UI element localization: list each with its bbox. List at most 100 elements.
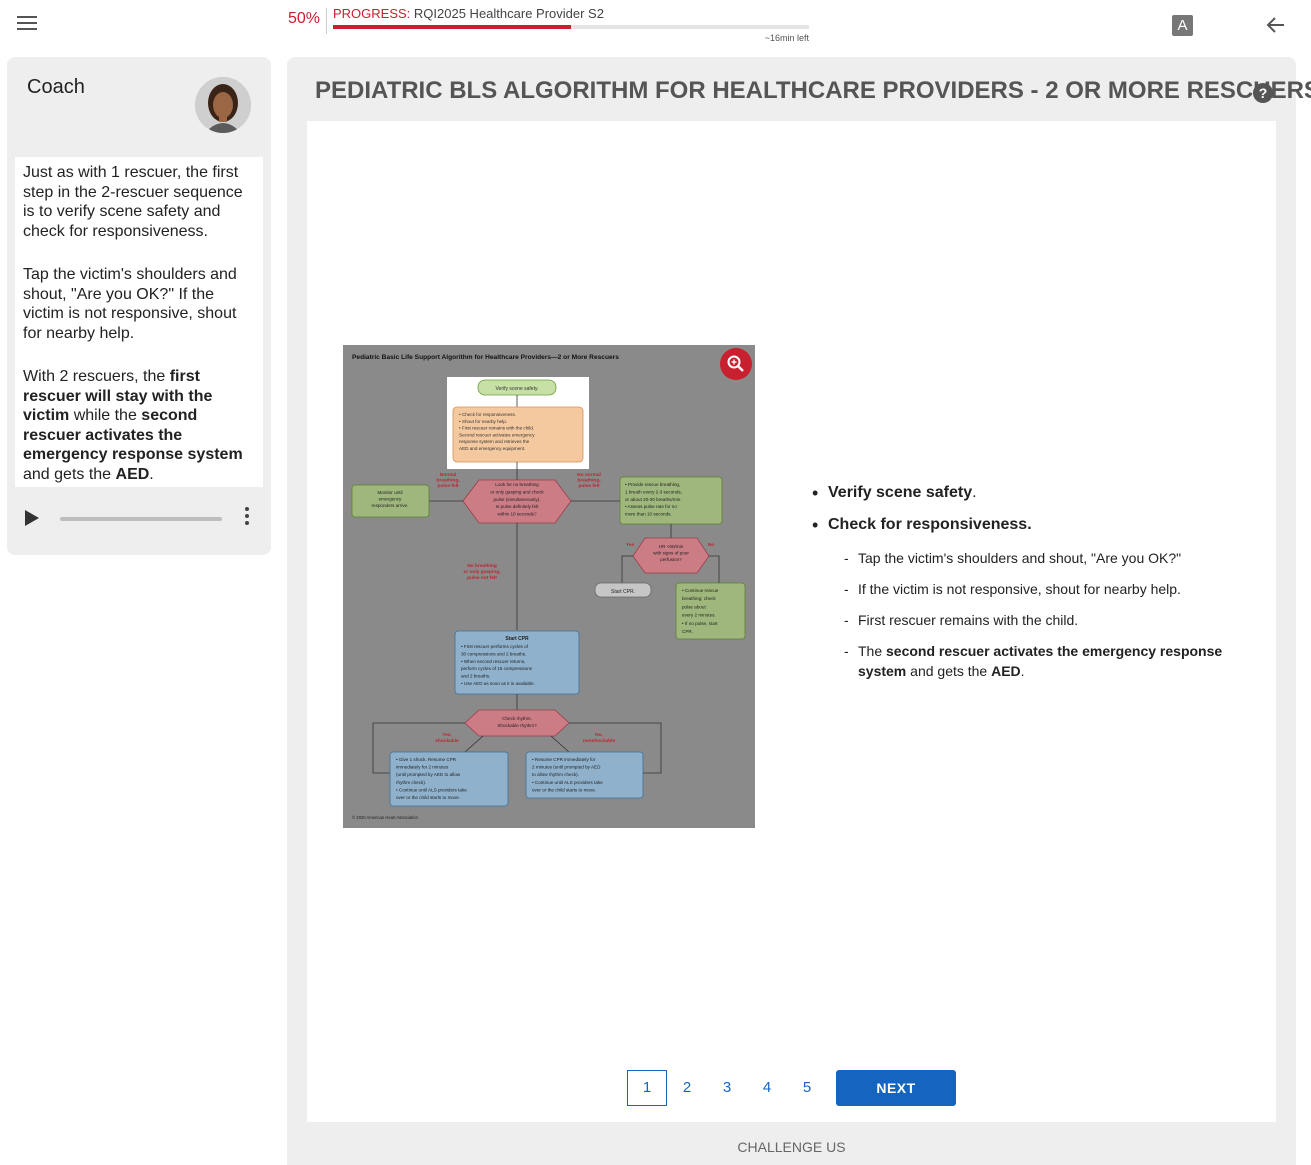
continue-breathing-text: pulse about bbox=[682, 604, 706, 609]
coach-text-span: With 2 rescuers, the bbox=[23, 368, 170, 385]
coach-text-span: . bbox=[149, 465, 154, 483]
no-normal-breathing-label: breathing, bbox=[577, 478, 601, 484]
no-nonshockable-label: nonshockable bbox=[583, 738, 616, 744]
resume-cpr-text: 2 minutes (until prompted by AED bbox=[532, 765, 601, 770]
normal-breathing-label: Normal bbox=[440, 472, 457, 478]
check-responsiveness-text: • Check for responsiveness. bbox=[459, 412, 516, 417]
start-cpr-text: 30 compressions and 2 breaths. bbox=[461, 651, 526, 656]
progress-label-key: PROGRESS: bbox=[333, 6, 411, 21]
continue-breathing-text: • Continue rescue bbox=[682, 588, 719, 593]
provide-rescue-breathing-text: more than 10 seconds. bbox=[625, 512, 672, 517]
more-vertical-icon[interactable] bbox=[243, 507, 251, 529]
sub-bullet: Tap the victim's shoulders and shout, "A… bbox=[844, 548, 1252, 568]
coach-paragraph-2: Tap the victim's shoulders and shout, "A… bbox=[23, 266, 237, 342]
continue-breathing-text: CPR. bbox=[682, 629, 693, 634]
arrow-left-icon[interactable] bbox=[1263, 12, 1289, 38]
font-size-button[interactable]: A bbox=[1172, 15, 1193, 36]
start-cpr-text: and 2 breaths. bbox=[461, 674, 490, 679]
page-button-1[interactable]: 1 bbox=[627, 1070, 667, 1106]
coach-emphasis: AED bbox=[115, 465, 150, 483]
check-responsiveness-text: Second rescuer activates emergency bbox=[459, 432, 535, 437]
check-responsiveness-text: • First rescuer remains with the child. bbox=[459, 426, 534, 431]
check-responsiveness-text: AED and emergency equipment. bbox=[459, 446, 525, 451]
bullet-bold: Verify scene safety bbox=[828, 484, 973, 501]
look-for-breathing-text: Is pulse definitely felt bbox=[496, 504, 539, 509]
page-button-3[interactable]: 3 bbox=[707, 1070, 747, 1106]
give-shock-text: (until prompted by AED to allow bbox=[396, 772, 461, 777]
bullet-check-responsiveness: Check for responsiveness. bbox=[812, 515, 1252, 536]
continue-breathing-text: breathing; check bbox=[682, 596, 716, 601]
coach-title: Coach bbox=[27, 76, 85, 98]
audio-player bbox=[15, 503, 263, 533]
coach-text-span: and gets the bbox=[23, 465, 116, 483]
challenge-us-link[interactable]: CHALLENGE US bbox=[287, 1139, 1296, 1155]
resume-cpr-text: • Resume CPR immediately for bbox=[532, 757, 596, 762]
coach-text-span: while the bbox=[69, 407, 142, 424]
resume-cpr-text: • Continue until ALS providers take bbox=[532, 780, 603, 785]
no-breathing-label: No breathing bbox=[467, 563, 497, 569]
coach-avatar bbox=[195, 77, 251, 133]
hr-yes-label: Yes bbox=[626, 542, 635, 548]
hr-check-text: perfusion? bbox=[660, 557, 682, 562]
bullet-bold: Check for responsiveness. bbox=[828, 516, 1032, 533]
provide-rescue-breathing-text: or about 20-30 breaths/min. bbox=[625, 497, 681, 502]
check-rhythm-text: Shockable rhythm? bbox=[497, 723, 537, 728]
audio-seek-bar[interactable] bbox=[60, 517, 222, 521]
sub-bullet: First rescuer remains with the child. bbox=[844, 610, 1252, 630]
no-breathing-label: pulse not felt bbox=[467, 575, 497, 581]
sub-bullet-text: The bbox=[858, 643, 887, 659]
look-for-breathing-text: pulse (simultaneously). bbox=[494, 497, 541, 502]
top-bar: 50% PROGRESS: RQI2025 Healthcare Provide… bbox=[0, 0, 1311, 52]
start-cpr-text: perform cycles of 15 compressions bbox=[461, 666, 533, 671]
progress-bar-fill bbox=[333, 25, 571, 29]
monitor-text: Monitor until bbox=[377, 490, 402, 495]
zoom-in-icon[interactable] bbox=[720, 348, 752, 380]
check-responsiveness-text: • Shout for nearby help. bbox=[459, 419, 507, 424]
progress-bar bbox=[333, 25, 809, 29]
sub-bullet-text: . bbox=[1020, 663, 1025, 679]
give-shock-text: immediately for 2 minutes bbox=[396, 765, 449, 770]
monitor-text: responders arrive. bbox=[371, 503, 408, 508]
coach-transcript: Just as with 1 rescuer, the first step i… bbox=[15, 157, 263, 487]
no-normal-breathing-label: No normal bbox=[577, 472, 601, 478]
normal-breathing-label: breathing, bbox=[436, 478, 460, 484]
lesson-content: Pediatric Basic Life Support Algorithm f… bbox=[307, 121, 1276, 1122]
check-responsiveness-text: response system and retrieves the bbox=[459, 439, 530, 444]
provide-rescue-breathing-text: • Assess pulse rate for no bbox=[625, 504, 677, 509]
start-cpr-text: • First rescuer performs cycles of bbox=[461, 644, 529, 649]
hamburger-menu-icon[interactable] bbox=[17, 16, 37, 32]
bullet-text: . bbox=[972, 484, 977, 501]
no-nonshockable-label: No, bbox=[595, 732, 603, 738]
next-button[interactable]: NEXT bbox=[836, 1070, 956, 1106]
sub-bullet-text: and gets the bbox=[906, 663, 992, 679]
no-normal-breathing-label: pulse felt bbox=[578, 483, 599, 489]
sub-bullet: The second rescuer activates the emergen… bbox=[844, 641, 1252, 681]
page-button-5[interactable]: 5 bbox=[787, 1070, 827, 1106]
progress-label: PROGRESS: RQI2025 Healthcare Provider S2 bbox=[333, 6, 604, 21]
resume-cpr-text: to allow rhythm check). bbox=[532, 772, 579, 777]
coach-paragraph-1: Just as with 1 rescuer, the first step i… bbox=[23, 164, 243, 240]
start-cpr-text: • Use AED as soon as it is available. bbox=[461, 681, 535, 686]
sub-bullet: If the victim is not responsive, shout f… bbox=[844, 579, 1252, 599]
algorithm-header: Pediatric Basic Life Support Algorithm f… bbox=[352, 354, 619, 361]
algorithm-image[interactable]: Pediatric Basic Life Support Algorithm f… bbox=[343, 345, 755, 828]
provide-rescue-breathing-text: • Provide rescue breathing, bbox=[625, 482, 680, 487]
look-for-breathing-text: or only gasping and check bbox=[490, 489, 544, 494]
hr-check-text: HR <60/min bbox=[659, 544, 684, 549]
verify-scene-text: Verify scene safety. bbox=[496, 386, 539, 392]
yes-shockable-label: Yes, bbox=[442, 732, 452, 738]
hr-check-text: with signs of poor bbox=[653, 550, 689, 555]
start-cpr-text: • When second rescuer returns, bbox=[461, 659, 525, 664]
start-cpr-small-text: Start CPR. bbox=[611, 589, 635, 595]
play-icon[interactable] bbox=[25, 510, 39, 526]
key-points: Verify scene safety. Check for responsiv… bbox=[812, 483, 1252, 692]
continue-breathing-text: • If no pulse, start bbox=[682, 621, 718, 626]
page-button-4[interactable]: 4 bbox=[747, 1070, 787, 1106]
sub-bullet-bold: AED bbox=[991, 663, 1021, 679]
help-icon[interactable]: ? bbox=[1253, 83, 1273, 103]
yes-shockable-label: shockable bbox=[435, 738, 459, 744]
give-shock-text: • Continue until ALS providers take bbox=[396, 787, 467, 792]
page-button-2[interactable]: 2 bbox=[667, 1070, 707, 1106]
look-for-breathing-text: Look for no breathing bbox=[495, 482, 539, 487]
give-shock-text: over or the child starts to move. bbox=[396, 795, 460, 800]
